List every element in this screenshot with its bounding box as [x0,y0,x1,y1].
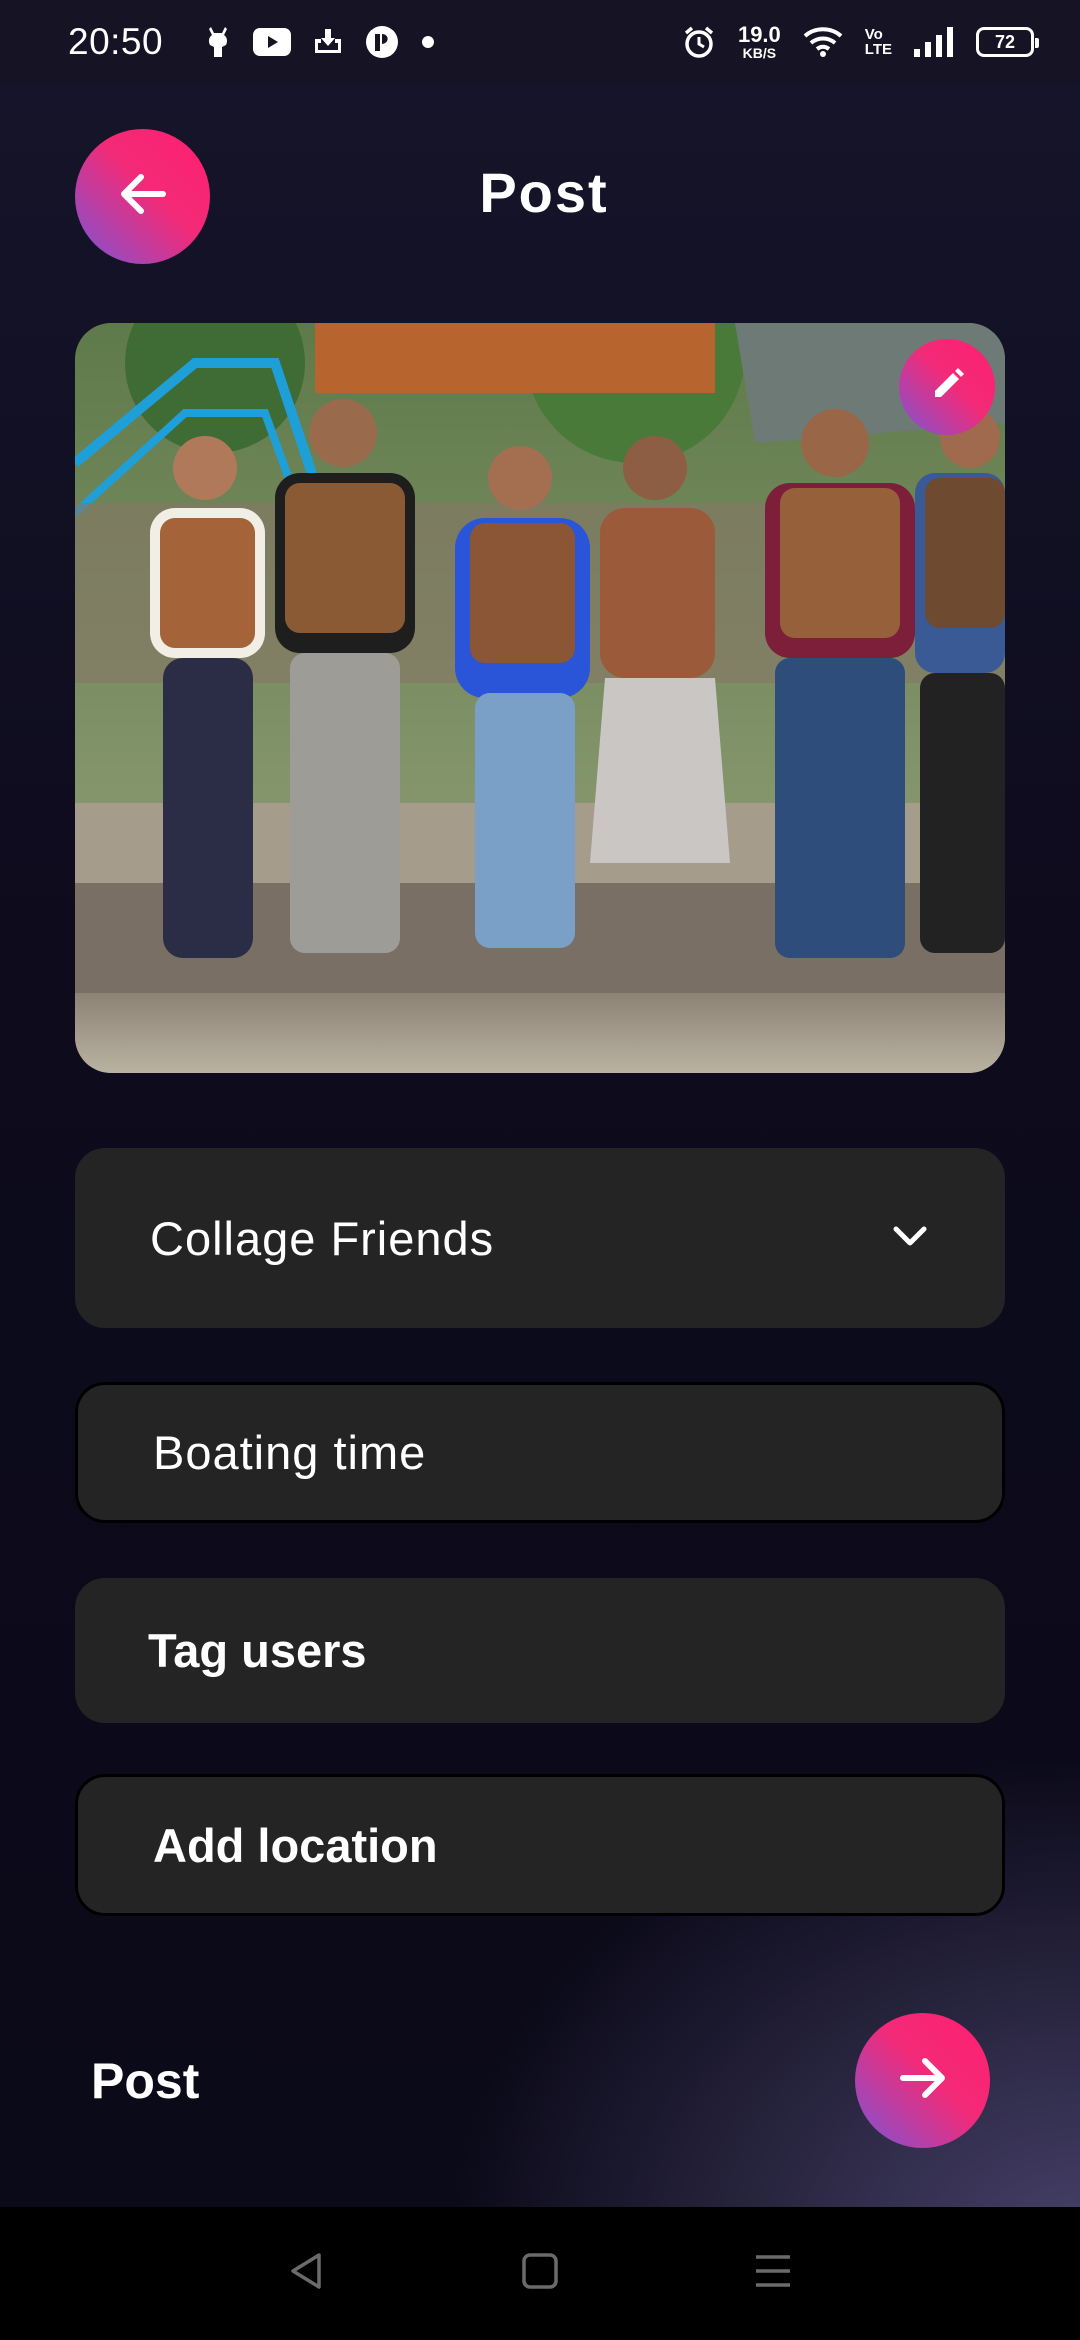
signal-icon [914,27,954,57]
post-label: Post [91,2053,200,2109]
caption-field[interactable] [75,1382,1005,1523]
status-time: 20:50 [68,21,164,62]
menu-lines-icon [753,2251,793,2296]
caption-input[interactable] [153,1425,927,1480]
tag-users-button[interactable]: Tag users [75,1578,1005,1723]
post-submit-button[interactable] [855,2013,990,2148]
status-left: 20:50 [68,21,435,63]
tag-users-label: Tag users [148,1624,367,1677]
download-icon [313,27,343,57]
alarm-icon [682,25,716,59]
home-square-icon [520,2251,560,2296]
app-icon [365,25,399,59]
group-dropdown[interactable]: Collage Friends [75,1148,1005,1328]
system-nav-bar [0,2207,1080,2340]
volte-bottom: LTE [864,41,892,58]
network-speed: 19.0 KB/S [737,22,781,61]
nav-recents-button[interactable] [743,2244,803,2304]
network-speed-value: 19.0 [737,22,781,47]
chevron-down-icon [890,1216,930,1261]
battery-level: 72 [994,31,1016,52]
nav-home-button[interactable] [510,2244,570,2304]
add-location-button[interactable]: Add location [75,1774,1005,1916]
nav-back-button[interactable] [277,2244,337,2304]
volte-top: Vo [864,26,883,43]
battery-icon: 72 [976,27,1039,57]
back-triangle-icon [287,2251,327,2296]
status-right: 19.0 KB/S Vo LTE 72 [682,22,1039,61]
group-dropdown-value: Collage Friends [150,1211,495,1265]
post-screen: 20:50 19.0 KB/S Vo LTE 72 Post Collage F… [0,0,1080,2340]
youtube-icon [253,28,292,56]
add-location-label: Add location [153,1818,438,1872]
group-photo-image [75,323,1005,1073]
dot-icon [421,35,435,49]
page-title: Post [479,161,609,224]
edit-photo-button[interactable] [899,339,995,435]
wifi-icon [803,26,843,58]
notification-app-icon [205,25,231,59]
post-photo [75,323,1005,1073]
volte-indicator: Vo LTE [865,27,892,57]
pencil-icon [927,365,967,410]
status-bar: 20:50 19.0 KB/S Vo LTE 72 [0,0,1080,84]
network-speed-unit: KB/S [742,45,777,61]
arrow-right-icon [895,2050,951,2111]
